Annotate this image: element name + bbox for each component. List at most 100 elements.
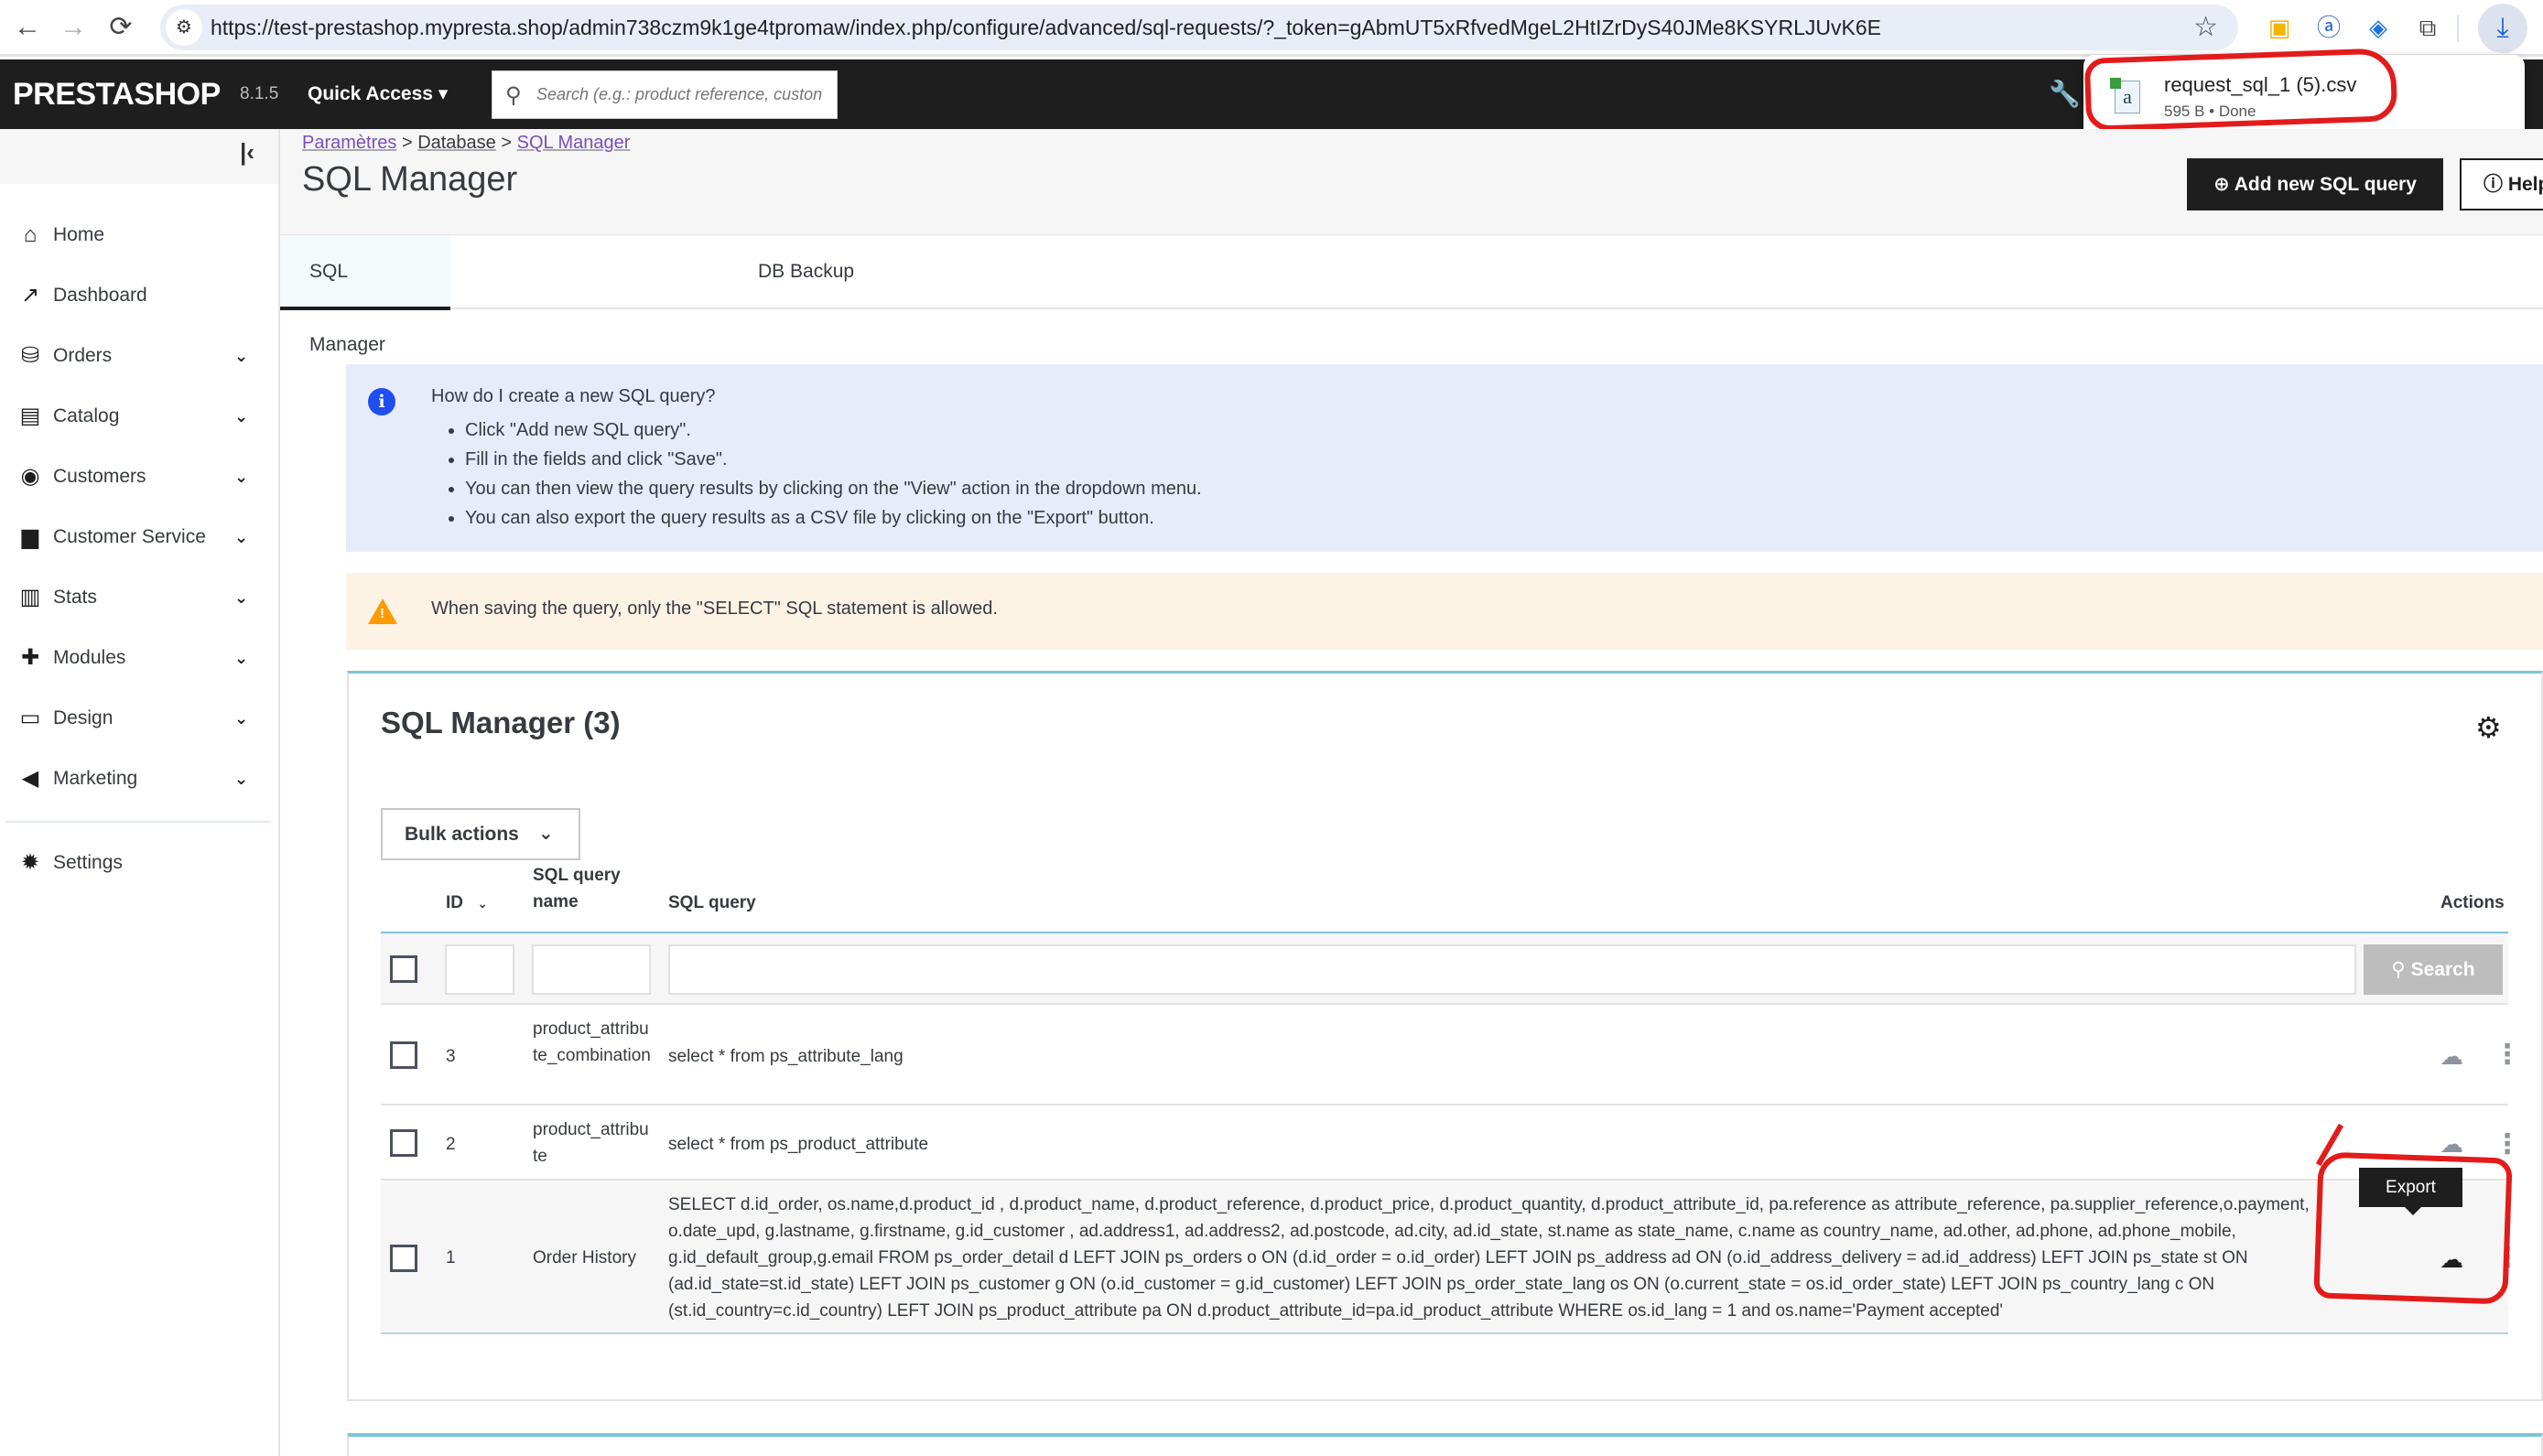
row-name: product_attribute [533,1120,649,1166]
row-id: 2 [446,1135,456,1154]
reload-icon: ⟳ [109,12,133,42]
sidebar-item-label: Dashboard [53,285,147,306]
forward-arrow-icon: → [60,12,87,42]
chevron-down-icon: ⌄ [234,347,249,365]
info-alert-item: You can also export the query results as… [465,503,1202,533]
search-icon: ⚲ [505,83,522,108]
page-head: Paramètres > Database > SQL Manager SQL … [280,129,2543,234]
breadcrumb-link-parametres[interactable]: Paramètres [302,133,396,153]
sidebar-item-label: Stats [53,587,97,608]
row-id: 1 [446,1248,456,1267]
table-row: 2 product_attribute select * from ps_pro… [381,1107,2521,1181]
row-checkbox[interactable] [390,1041,417,1069]
header-search[interactable]: ⚲ [492,70,838,119]
sidebar-item-customer-service[interactable]: ▆ Customer Service ⌄ [0,510,278,565]
filter-id-input[interactable] [445,944,514,995]
trending-up-icon: ↗ [20,283,40,307]
megaphone-icon: ◀ [21,766,39,791]
back-button[interactable]: ← [9,9,46,46]
version-label: 8.1.5 [240,84,279,103]
chevron-down-icon: ⌄ [234,770,249,788]
quick-access-dropdown[interactable]: Quick Access ▾ [308,59,448,129]
row-actions-menu-icon[interactable]: ⋮ [2494,1131,2521,1159]
extension-a-icon[interactable]: ⓐ [2312,11,2345,44]
info-alert-list: Click "Add new SQL query". Fill in the f… [465,415,1202,533]
sidebar-item-settings[interactable]: ✹ Settings [0,836,278,890]
row-query: select * from ps_product_attribute [668,1135,929,1154]
shopping-basket-icon: ⛁ [20,343,40,368]
sidebar-item-stats[interactable]: ▥ Stats ⌄ [0,570,278,625]
forward-button[interactable]: → [55,9,92,46]
chat-icon: ▆ [21,524,39,549]
select-all-checkbox[interactable] [390,955,417,983]
sidebar-item-customers[interactable]: ◉ Customers ⌄ [0,449,278,504]
sidebar-item-modules[interactable]: ✚ Modules ⌄ [0,631,278,685]
sidebar-item-home[interactable]: ⌂ Home [0,208,278,263]
filter-query-input[interactable] [668,944,2356,995]
breadcrumb-link-sql-manager[interactable]: SQL Manager [517,133,631,153]
sort-desc-icon: ⌄ [477,896,489,911]
chevron-down-icon: ⌄ [234,407,249,426]
row-checkbox[interactable] [390,1129,417,1157]
extension-tag-icon[interactable]: ◈ [2362,11,2395,44]
column-header-name[interactable]: SQL query name [533,862,621,915]
tab-sql-manager[interactable]: SQL Manager [280,235,450,355]
chevron-down-icon: ⌄ [234,588,249,607]
toolbar-divider [2457,15,2459,42]
export-cloud-icon[interactable]: ☁ [2436,1132,2467,1156]
downloads-button[interactable]: ⤓ [2478,4,2527,53]
info-alert-item: Fill in the fields and click "Save". [465,445,1202,474]
export-cloud-icon[interactable]: ☁ [2436,1247,2467,1271]
download-file-name[interactable]: request_sql_1 (5).csv [2164,73,2356,97]
sidebar-item-dashboard[interactable]: ↗ Dashboard [0,268,278,323]
sidebar-item-orders[interactable]: ⛁ Orders ⌄ [0,329,278,383]
collapse-sidebar-icon[interactable]: |‹ [240,138,254,167]
chevron-down-icon: ⌄ [234,468,249,486]
tab-db-backup[interactable]: DB Backup [729,235,883,310]
sidebar-item-catalog[interactable]: ▤ Catalog ⌄ [0,389,278,444]
table-row: 3 product_attribute_combination select *… [381,1007,2521,1105]
store-icon: ▤ [19,404,41,428]
wrench-icon[interactable]: 🔧 [2049,59,2081,129]
prestashop-logo[interactable]: PRESTASHOP [13,59,221,129]
row-name: product_attribute_combination [533,1019,651,1065]
home-icon: ⌂ [23,222,38,247]
panel-title: SQL Manager (3) [381,706,621,739]
column-header-query[interactable]: SQL query [668,890,756,916]
info-alert-item: You can then view the query results by c… [465,474,1202,503]
table-row: 1 Order History SELECT d.id_order, os.na… [381,1182,2521,1334]
address-bar[interactable]: ⚙ https://test-prestashop.mypresta.shop/… [160,5,2238,50]
sidebar-item-label: Design [53,707,114,728]
url-text[interactable]: https://test-prestashop.mypresta.shop/ad… [211,5,1881,50]
column-header-id[interactable]: ID ⌄ [446,890,488,917]
search-button[interactable]: ⚲ Search [2364,944,2503,995]
download-icon: ⤓ [2496,13,2509,43]
sidebar-item-label: Modules [53,647,126,668]
sidebar-item-label: Customers [53,466,146,487]
info-alert-title: How do I create a new SQL query? [431,386,716,406]
add-new-sql-query-button[interactable]: ⊕ Add new SQL query [2187,158,2443,210]
breadcrumb-database: Database [417,133,496,153]
gear-icon: ✹ [20,850,40,875]
row-actions-menu-icon[interactable]: ⋮ [2494,1041,2521,1069]
sidebar-item-design[interactable]: ▭ Design ⌄ [0,691,278,746]
gear-icon[interactable]: ⚙ [2475,710,2502,745]
row-query: SELECT d.id_order, os.name,d.product_id … [668,1195,2310,1321]
sidebar: |‹ ⌂ Home ↗ Dashboard ⛁ Orders ⌄ ▤ Catal… [0,129,280,1456]
chevron-down-icon: ⌄ [234,528,249,546]
header-search-input[interactable] [536,71,829,118]
bookmark-star-icon[interactable]: ☆ [2193,5,2218,50]
sidebar-item-label: Catalog [53,405,120,426]
bulk-actions-button[interactable]: Bulk actions ⌄ [381,808,580,860]
extensions-puzzle-icon[interactable]: ⧉ [2411,11,2444,44]
export-cloud-icon[interactable]: ☁ [2436,1044,2467,1068]
extension-calendar-icon[interactable]: ▣ [2263,11,2296,44]
sidebar-item-marketing[interactable]: ◀ Marketing ⌄ [0,751,278,806]
row-checkbox[interactable] [390,1245,417,1272]
row-actions-menu-icon[interactable]: ⋮ [2494,1245,2521,1272]
warning-triangle-icon: ! [368,599,397,624]
help-button[interactable]: ⓘ Help [2460,158,2543,210]
filter-name-input[interactable] [532,944,651,995]
reload-button[interactable]: ⟳ [103,9,139,46]
site-info-icon[interactable]: ⚙ [166,9,202,46]
